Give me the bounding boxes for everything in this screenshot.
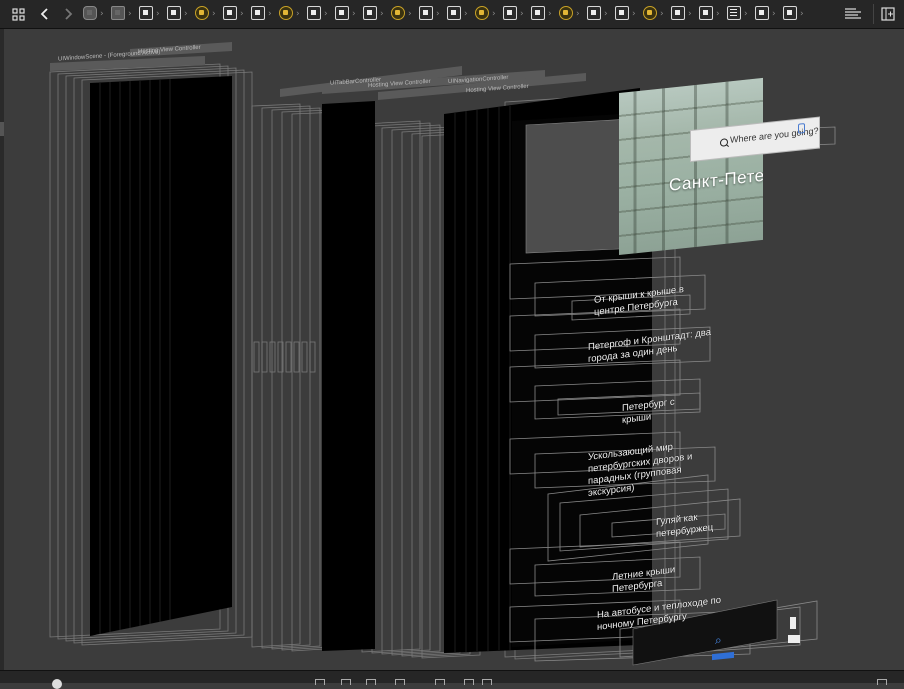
breadcrumb-separator: ›	[408, 9, 412, 19]
breadcrumb-item[interactable]	[111, 6, 125, 20]
breadcrumb-item[interactable]	[475, 6, 489, 20]
debug-button[interactable]	[395, 679, 405, 685]
breadcrumb-item[interactable]	[447, 6, 461, 20]
breadcrumb-separator: ›	[436, 9, 440, 19]
breadcrumb-item[interactable]	[503, 6, 517, 20]
breadcrumb-separator: ›	[380, 9, 384, 19]
breadcrumb-separator: ›	[548, 9, 552, 19]
breadcrumb-separator: ›	[744, 9, 748, 19]
grid-icon[interactable]	[10, 6, 26, 22]
debug-button[interactable]	[315, 679, 325, 685]
debug-button[interactable]	[366, 679, 376, 685]
breadcrumb-separator: ›	[632, 9, 636, 19]
breadcrumb-item[interactable]	[755, 6, 769, 20]
hero-image[interactable]: Санкт-Петербург	[619, 77, 763, 255]
breadcrumb-item[interactable]	[531, 6, 545, 20]
breadcrumb-item[interactable]	[727, 6, 741, 20]
breadcrumb-separator: ›	[660, 9, 664, 19]
magnifier-tab-icon[interactable]: ⌕	[715, 633, 722, 648]
breadcrumb-item[interactable]	[167, 6, 181, 20]
breadcrumb-item[interactable]	[615, 6, 629, 20]
search-icon	[720, 138, 728, 147]
breadcrumb-separator: ›	[212, 9, 216, 19]
breadcrumb-separator: ›	[688, 9, 692, 19]
breadcrumb-separator: ›	[492, 9, 496, 19]
hero-title: Санкт-Петербург	[669, 160, 763, 195]
breadcrumb-separator: ›	[604, 9, 608, 19]
chevron-right-icon[interactable]	[60, 6, 76, 22]
breadcrumb-item[interactable]	[671, 6, 685, 20]
mic-icon[interactable]	[798, 123, 805, 134]
breadcrumb-separator: ›	[296, 9, 300, 19]
breadcrumb-separator: ›	[464, 9, 468, 19]
breadcrumb-item[interactable]	[363, 6, 377, 20]
breadcrumb-item[interactable]	[783, 6, 797, 20]
breadcrumb-separator: ›	[352, 9, 356, 19]
breadcrumb-item[interactable]	[699, 6, 713, 20]
breadcrumb-separator: ›	[184, 9, 188, 19]
breadcrumb-separator: ›	[520, 9, 524, 19]
breadcrumb-item[interactable]	[587, 6, 601, 20]
breadcrumb-separator: ›	[268, 9, 272, 19]
breadcrumb-item[interactable]	[223, 6, 237, 20]
slider-knob[interactable]	[52, 679, 62, 689]
breadcrumb-item[interactable]	[643, 6, 657, 20]
breadcrumb-separator: ›	[156, 9, 160, 19]
debug-button[interactable]	[464, 679, 474, 685]
debug-button[interactable]	[435, 679, 445, 685]
breadcrumb-item[interactable]	[279, 6, 293, 20]
debug-button[interactable]	[341, 679, 351, 685]
breadcrumb-separator: ›	[128, 9, 132, 19]
debug-button[interactable]	[877, 679, 887, 685]
breadcrumb-item[interactable]	[195, 6, 209, 20]
debug-bar	[0, 670, 904, 689]
breadcrumb-item[interactable]	[251, 6, 265, 20]
chevron-left-icon[interactable]	[37, 6, 53, 22]
breadcrumb-item[interactable]	[139, 6, 153, 20]
search-placeholder: Where are you going?	[730, 125, 819, 145]
breadcrumb-item[interactable]	[559, 6, 573, 20]
breadcrumb-separator: ›	[576, 9, 580, 19]
jump-bar-toolbar: › › › › › › › › › › › › › › › › › › › › › › › › › ›	[0, 0, 904, 29]
add-editor-icon[interactable]	[880, 6, 896, 22]
debug-button[interactable]	[482, 679, 492, 685]
view-hierarchy-debugger[interactable]: UIWindowScene - (Foreground Active) Host…	[0, 29, 904, 670]
breadcrumb-separator: ›	[100, 9, 104, 19]
breadcrumb-separator: ›	[772, 9, 776, 19]
breadcrumb-item[interactable]	[335, 6, 349, 20]
breadcrumb-separator: ›	[240, 9, 244, 19]
breadcrumb-separator: ›	[716, 9, 720, 19]
breadcrumb-item[interactable]	[391, 6, 405, 20]
lines-icon[interactable]	[843, 6, 863, 22]
breadcrumb-separator: ›	[800, 9, 804, 19]
breadcrumb-item[interactable]	[419, 6, 433, 20]
breadcrumb-item[interactable]	[83, 6, 97, 20]
breadcrumb-separator: ›	[324, 9, 328, 19]
breadcrumb-item[interactable]	[307, 6, 321, 20]
